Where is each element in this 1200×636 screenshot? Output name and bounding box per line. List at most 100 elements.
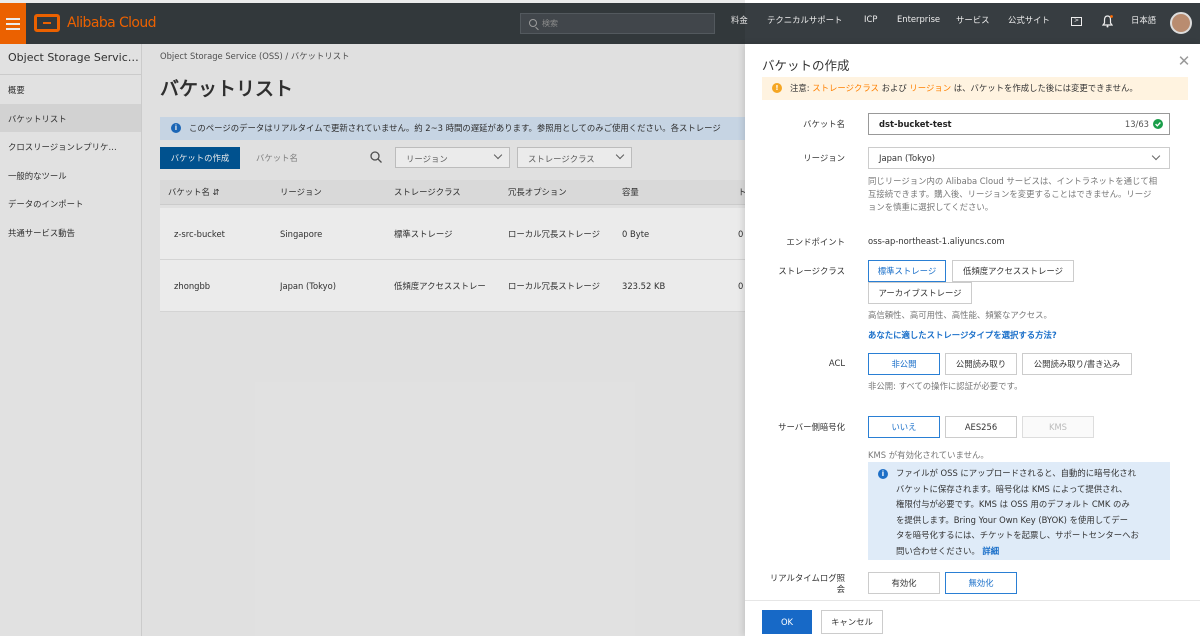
search-input[interactable]: 検索: [520, 13, 715, 34]
region-filter-select[interactable]: リージョン: [395, 147, 510, 168]
capacity-cell: 323.52 KB: [622, 280, 666, 291]
region-select[interactable]: Japan (Tokyo): [868, 147, 1170, 169]
nav-support[interactable]: テクニカルサポート: [767, 14, 842, 26]
storage-help: 高信頼性、高可用性、高性能、頻繁なアクセス。: [868, 310, 1052, 320]
storage-class-label: ストレージクラス: [778, 266, 845, 276]
check-circle-icon: [1153, 119, 1163, 129]
table-row[interactable]: z-src-bucket Singapore 標準ストレージ ローカル冗長ストレ…: [160, 208, 745, 260]
create-bucket-button[interactable]: バケットの作成: [160, 147, 240, 169]
cancel-button[interactable]: キャンセル: [821, 610, 883, 634]
traffic-cell: 0: [738, 228, 744, 239]
region-help-line: 同じリージョン内の Alibaba Cloud サービスは、イントラネットを通じ…: [868, 176, 1158, 186]
sidebar-item-notices[interactable]: 共通サービス動告: [0, 218, 141, 247]
warning-and: および: [878, 83, 910, 93]
column-header: ストレージクラス: [394, 187, 461, 197]
create-bucket-panel: バケットの作成 ✕ ! 注意: ストレージクラス および リージョン は、バケッ…: [745, 44, 1200, 636]
info-line: 問い合わせください。: [896, 545, 980, 556]
warning-suffix: は、バケットを作成した後には変更できません。: [951, 83, 1138, 93]
bucket-name-input[interactable]: dst-bucket-test 13/63: [868, 113, 1170, 135]
sidebar-item-cross-region[interactable]: クロスリージョンレプリケ…: [0, 132, 141, 161]
bell-icon[interactable]: [1102, 15, 1113, 28]
chevron-down-icon: [493, 150, 503, 160]
redundancy-cell: ローカル冗長ストレージ: [508, 228, 600, 239]
column-header[interactable]: バケット名 ⇵: [168, 186, 220, 198]
nav-services[interactable]: サービス: [956, 14, 990, 26]
warning-banner: ! 注意: ストレージクラス および リージョン は、バケットを作成した後には変…: [762, 77, 1188, 100]
breadcrumb[interactable]: Object Storage Service (OSS) / バケットリスト: [160, 50, 350, 62]
acl-public-read-write-option[interactable]: 公開読み取り/書き込み: [1022, 353, 1132, 375]
warning-icon: !: [772, 83, 782, 93]
bucket-name-cell[interactable]: zhongbb: [174, 281, 210, 291]
info-line: 権限付与が必要です。KMS は OSS 用のデフォルト CMK のみ: [896, 499, 1130, 509]
sidebar-title[interactable]: Object Storage Servic…: [0, 44, 141, 75]
region-help-line: ョンを慎重に選択してください。: [868, 202, 994, 212]
sidebar: Object Storage Servic… 概要 バケットリスト クロスリージ…: [0, 44, 142, 636]
kms-help: KMS が有効化されていません。: [868, 450, 989, 460]
menu-icon[interactable]: [0, 3, 26, 44]
search-icon: [529, 19, 537, 27]
bucket-name-label: バケット名: [803, 119, 845, 129]
encryption-aes256-option[interactable]: AES256: [945, 416, 1017, 438]
info-line: バケットに保存されます。暗号化は KMS によって提供され、: [896, 483, 1128, 494]
info-line: を提供します。Bring Your Own Key (BYOK) を使用してデー: [896, 514, 1128, 525]
bucket-name-filter-input[interactable]: バケット名: [256, 152, 298, 164]
brand-name: Alibaba Cloud: [67, 15, 157, 31]
traffic-cell: 0: [738, 280, 744, 291]
acl-label: ACL: [828, 358, 845, 368]
details-link[interactable]: 詳細: [982, 546, 999, 556]
notice-banner: i このページのデータはリアルタイムで更新されていません。約 2~3 時間の遅延…: [160, 117, 745, 140]
storage-ia-option[interactable]: 低頻度アクセスストレージ: [952, 260, 1074, 282]
nav-pricing[interactable]: 料金: [731, 14, 748, 26]
sidebar-item-tools[interactable]: 一般的なツール: [0, 161, 141, 190]
realtime-log-label-cont: 会: [836, 584, 845, 594]
redundancy-cell: ローカル冗長ストレージ: [508, 280, 600, 291]
info-icon: i: [171, 123, 181, 133]
capacity-cell: 0 Byte: [622, 228, 650, 239]
storage-class-filter-select[interactable]: ストレージクラス: [517, 147, 632, 168]
notice-text: このページのデータはリアルタイムで更新されていません。約 2~3 時間の遅延があ…: [189, 123, 721, 133]
main-content: Object Storage Service (OSS) / バケットリスト バ…: [142, 44, 746, 636]
sidebar-item-overview[interactable]: 概要: [0, 75, 141, 104]
warning-region: リージョン: [909, 83, 952, 93]
alibaba-cloud-logo[interactable]: Alibaba Cloud: [34, 11, 157, 35]
column-header: リージョン: [280, 187, 322, 197]
endpoint-value: oss-ap-northeast-1.aliyuncs.com: [868, 236, 1005, 246]
warning-prefix: 注意:: [790, 83, 813, 93]
panel-footer: OK キャンセル: [745, 600, 1200, 636]
panel-title: バケットの作成: [762, 58, 850, 73]
region-cell: Singapore: [280, 228, 323, 239]
storage-class-cell: 標準ストレージ: [394, 228, 453, 239]
nav-official-site[interactable]: 公式サイト: [1008, 14, 1050, 26]
column-header: 容量: [622, 187, 639, 197]
encryption-none-option[interactable]: いいえ: [868, 416, 940, 438]
bucket-name-value: dst-bucket-test: [879, 119, 952, 129]
info-line: ファイルが OSS にアップロードされると、自動的に暗号化され: [896, 468, 1136, 478]
storage-type-help-link[interactable]: あなたに適したストレージタイプを選択する方法?: [868, 329, 1057, 341]
realtime-log-disable-option[interactable]: 無効化: [945, 572, 1017, 594]
acl-private-option[interactable]: 非公開: [868, 353, 940, 375]
realtime-log-enable-option[interactable]: 有効化: [868, 572, 940, 594]
close-icon[interactable]: ✕: [1177, 54, 1191, 69]
terminal-icon[interactable]: >: [1071, 17, 1082, 26]
sidebar-item-bucket-list[interactable]: バケットリスト: [0, 103, 141, 132]
bucket-name-cell[interactable]: z-src-bucket: [174, 229, 225, 239]
table-header: バケット名 ⇵ リージョン ストレージクラス 冗長オプション 容量 ト: [160, 180, 746, 205]
storage-archive-option[interactable]: アーカイブストレージ: [868, 282, 972, 304]
encryption-info-box: i ファイルが OSS にアップロードされると、自動的に暗号化され バケットに保…: [868, 462, 1170, 560]
nav-icp[interactable]: ICP: [864, 14, 877, 24]
storage-standard-option[interactable]: 標準ストレージ: [868, 260, 946, 282]
nav-enterprise[interactable]: Enterprise: [897, 14, 940, 24]
chevron-down-icon: [1151, 151, 1161, 161]
encryption-label: サーバー側暗号化: [778, 422, 845, 432]
language-selector[interactable]: 日本語: [1131, 14, 1156, 26]
user-avatar[interactable]: [1170, 12, 1192, 34]
sidebar-item-data-import[interactable]: データのインポート: [0, 189, 141, 218]
acl-help: 非公開: すべての操作に認証が必要です。: [868, 381, 1023, 391]
table-row[interactable]: zhongbb Japan (Tokyo) 低頻度アクセスストレー ローカル冗長…: [160, 260, 745, 312]
region-filter-label: リージョン: [406, 154, 448, 164]
region-value: Japan (Tokyo): [879, 153, 936, 163]
acl-public-read-option[interactable]: 公開読み取り: [945, 353, 1017, 375]
warning-storage-class: ストレージクラス: [812, 83, 879, 93]
ok-button[interactable]: OK: [762, 610, 812, 634]
search-icon[interactable]: [370, 151, 382, 163]
